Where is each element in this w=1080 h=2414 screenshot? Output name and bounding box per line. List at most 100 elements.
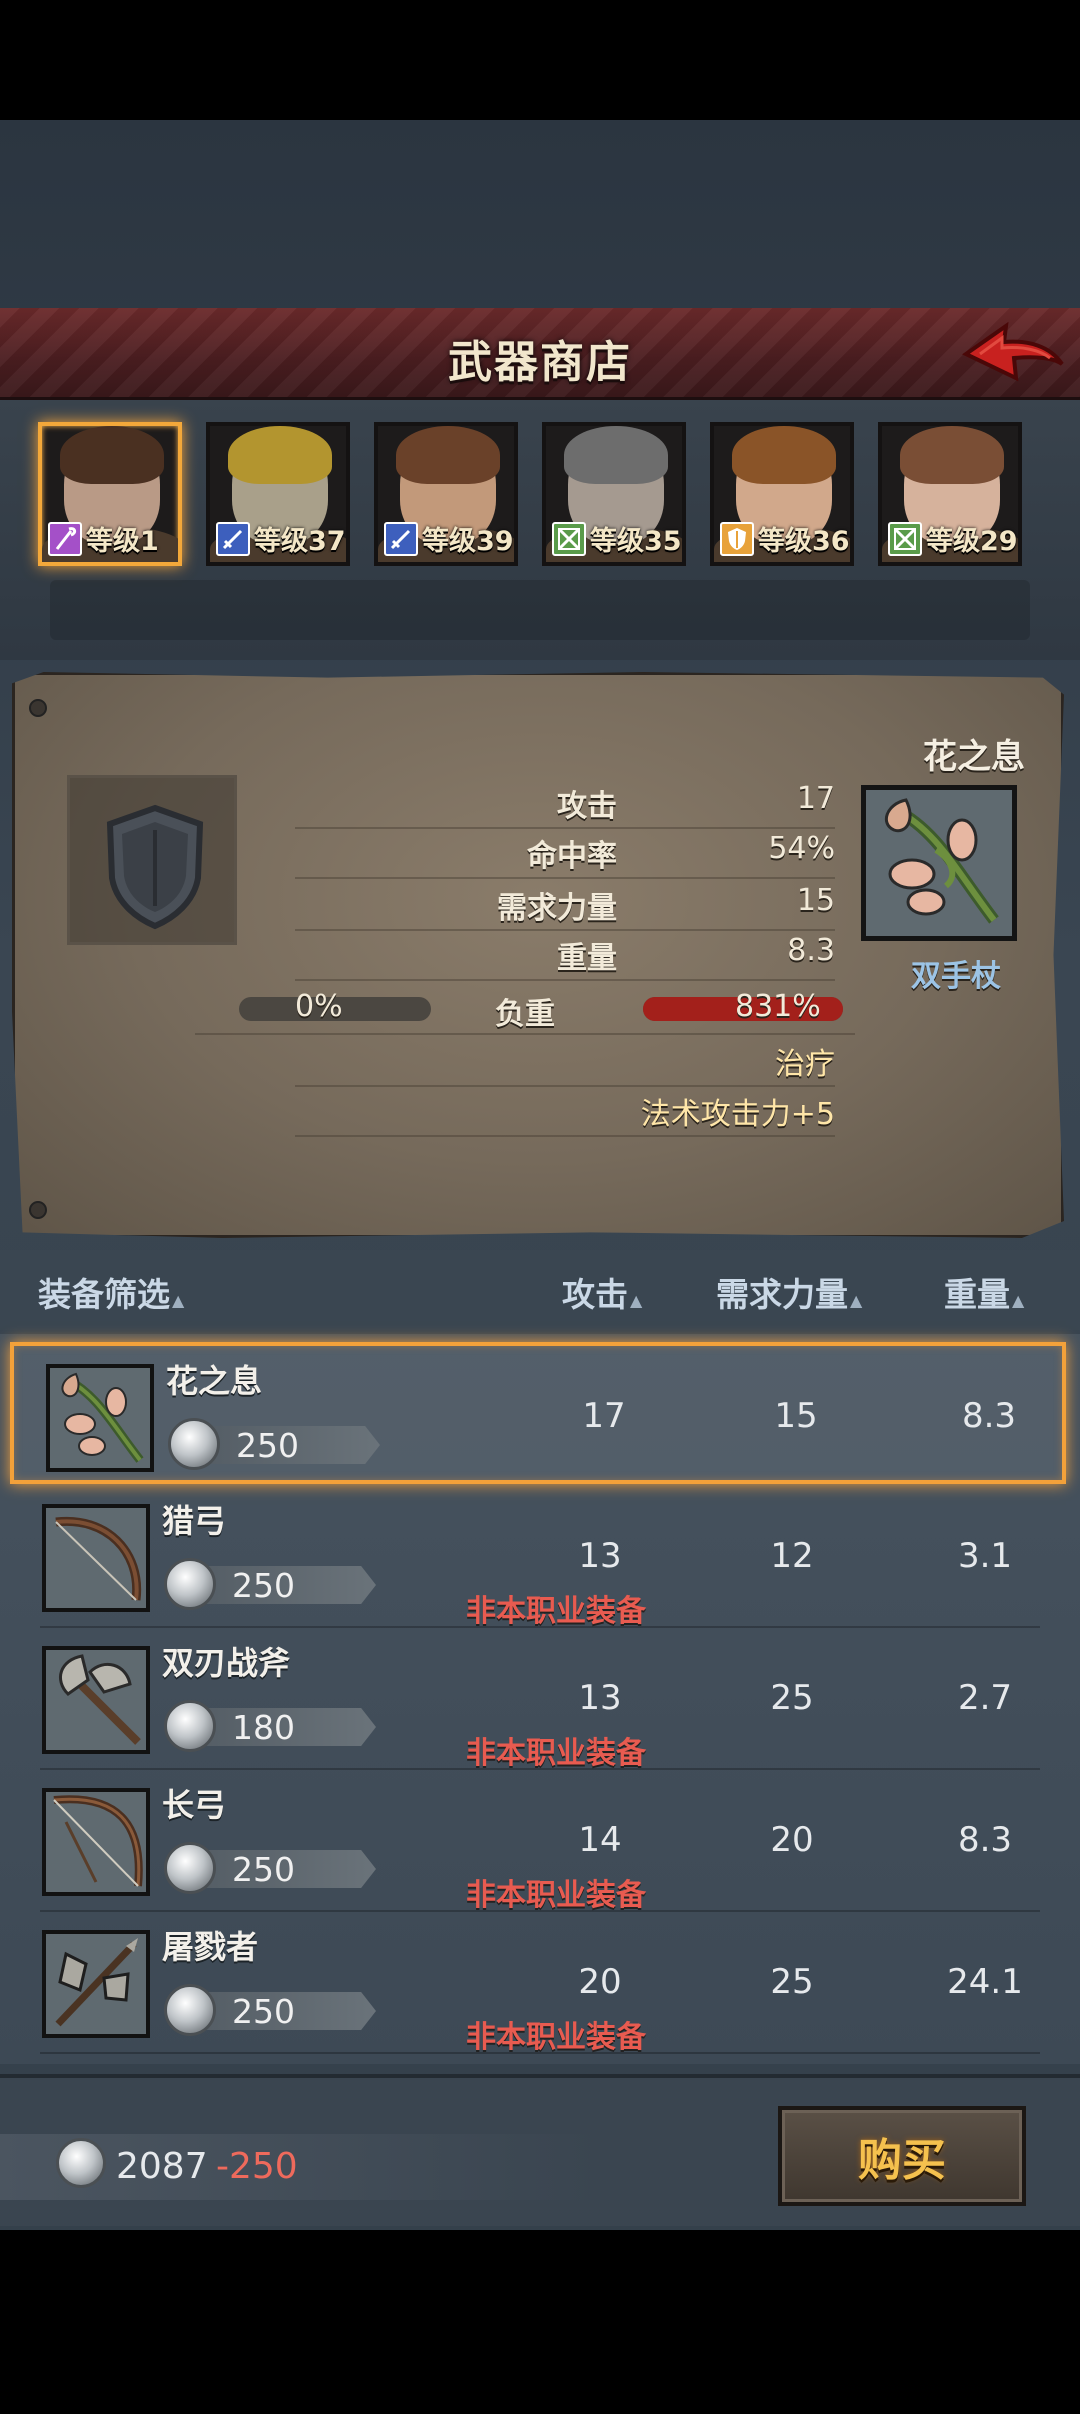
item-weight: 8.3 xyxy=(961,1396,1017,1436)
item-price: 250 xyxy=(236,1426,299,1465)
rivet xyxy=(29,699,47,717)
item-row[interactable]: 花之息 250 17 15 8.3 xyxy=(10,1342,1066,1484)
stat-label: 命中率 xyxy=(527,839,617,874)
extra-effect-heal: 治疗 xyxy=(775,1047,835,1082)
class-mismatch-warning: 非本职业装备 xyxy=(466,1736,646,1771)
item-info-panel: 攻击 17 命中率 54% 需求力量 15 重量 8.3 0% 负重 831% … xyxy=(12,672,1064,1238)
sword-icon xyxy=(216,522,250,556)
item-attack: 13 xyxy=(578,1536,622,1576)
flower-staff-icon xyxy=(50,1368,150,1472)
stat-row-accuracy: 命中率 54% xyxy=(295,831,835,879)
sort-triangle-icon: ▲ xyxy=(850,1291,863,1310)
item-row[interactable]: 屠戮者 250 20 25 24.1 非本职业装备 xyxy=(0,1912,1080,2055)
sort-weight-label: 重量 xyxy=(944,1275,1010,1314)
hero-hair xyxy=(900,426,1004,484)
stat-row-load: 0% 负重 831% xyxy=(195,987,855,1035)
class-mismatch-warning: 非本职业装备 xyxy=(466,1878,646,1913)
silver-coin-icon xyxy=(164,1842,216,1894)
hero-portrait[interactable]: 等级1 xyxy=(38,422,182,566)
item-strength: 25 xyxy=(770,1678,814,1718)
flower-staff-icon xyxy=(866,790,1012,936)
hero-level: 等级35 xyxy=(590,526,682,557)
sort-strength-label: 需求力量 xyxy=(716,1275,848,1314)
back-button[interactable] xyxy=(958,314,1068,394)
hero-portrait[interactable]: 等级35 xyxy=(542,422,686,566)
stat-row-extra-2: 法术攻击力+5 xyxy=(295,1089,835,1137)
bow-icon xyxy=(888,522,922,556)
item-weight: 3.1 xyxy=(957,1536,1013,1576)
silver-coin-icon xyxy=(164,1984,216,2036)
item-name: 双刃战斧 xyxy=(162,1644,291,1682)
stat-row-attack: 攻击 17 xyxy=(295,781,835,829)
stat-value: 15 xyxy=(796,883,835,918)
item-list: 花之息 250 17 15 8.3 猎弓 250 13 12 3.1 非本职业装备 双刃战斧 180 13… xyxy=(0,1334,1080,2064)
filter-label: 装备筛选 xyxy=(38,1275,170,1314)
hero-hair xyxy=(60,426,164,484)
sort-triangle-icon: ▲ xyxy=(1012,1291,1025,1310)
shield-icon xyxy=(720,522,754,556)
item-thumbnail xyxy=(42,1788,150,1896)
stat-label: 重量 xyxy=(557,941,617,976)
item-row[interactable]: 长弓 250 14 20 8.3 非本职业装备 xyxy=(0,1770,1080,1913)
sort-strength-button[interactable]: 需求力量 ▲ xyxy=(716,1268,862,1316)
sort-attack-button[interactable]: 攻击 ▲ xyxy=(562,1268,642,1316)
item-row[interactable]: 猎弓 250 13 12 3.1 非本职业装备 xyxy=(0,1486,1080,1629)
item-attack: 20 xyxy=(578,1962,622,2002)
sort-triangle-icon: ▲ xyxy=(630,1291,643,1310)
item-strength: 12 xyxy=(770,1536,814,1576)
silver-coin-icon xyxy=(56,2138,106,2188)
buy-button[interactable]: 购买 xyxy=(778,2106,1026,2206)
class-mismatch-warning: 非本职业装备 xyxy=(466,1594,646,1629)
silver-coin-icon xyxy=(164,1558,216,1610)
stat-value: 54% xyxy=(768,831,835,866)
silver-coin-icon xyxy=(164,1700,216,1752)
sort-weight-button[interactable]: 重量 ▲ xyxy=(944,1268,1024,1316)
rivet xyxy=(29,1201,47,1219)
item-thumbnail xyxy=(42,1646,150,1754)
hero-portrait[interactable]: 等级29 xyxy=(878,422,1022,566)
footer-bar: 2087 -250 购买 xyxy=(0,2074,1080,2226)
class-mismatch-warning: 非本职业装备 xyxy=(466,2020,646,2055)
selected-weapon-image xyxy=(861,785,1017,941)
item-weight: 2.7 xyxy=(957,1678,1013,1718)
item-thumbnail xyxy=(42,1504,150,1612)
new-load-value: 831% xyxy=(735,989,821,1024)
item-price: 250 xyxy=(232,1850,295,1889)
load-label: 负重 xyxy=(495,997,555,1032)
stat-value: 17 xyxy=(796,781,835,816)
back-arrow-icon xyxy=(962,321,1064,382)
item-price: 250 xyxy=(232,1566,295,1605)
money-delta: -250 xyxy=(216,2146,298,2187)
extra-effect-spell-attack: 法术攻击力+5 xyxy=(640,1097,835,1132)
longbow-icon xyxy=(46,1792,146,1896)
title-bar: 武器商店 xyxy=(0,308,1080,400)
hero-portrait[interactable]: 等级36 xyxy=(710,422,854,566)
hero-hair xyxy=(396,426,500,484)
item-name: 长弓 xyxy=(162,1786,227,1824)
hero-level: 等级39 xyxy=(422,526,514,557)
item-weight: 8.3 xyxy=(957,1820,1013,1860)
silver-coin-icon xyxy=(168,1418,220,1470)
item-attack: 14 xyxy=(578,1820,622,1860)
current-load-value: 0% xyxy=(295,989,343,1024)
stat-row-strength: 需求力量 15 xyxy=(295,883,835,931)
selected-weapon-type: 双手杖 xyxy=(911,959,1001,994)
item-thumbnail xyxy=(46,1364,154,1472)
item-attack: 17 xyxy=(582,1396,626,1436)
item-name: 屠戮者 xyxy=(162,1928,259,1966)
stat-row-weight: 重量 8.3 xyxy=(295,933,835,981)
stat-label: 攻击 xyxy=(557,789,617,824)
hero-portrait[interactable]: 等级37 xyxy=(206,422,350,566)
double-axe-icon xyxy=(46,1650,146,1754)
hero-level: 等级1 xyxy=(86,526,159,557)
item-strength: 25 xyxy=(770,1962,814,2002)
sort-triangle-icon: ▲ xyxy=(172,1291,185,1310)
hero-strip-shadow xyxy=(50,580,1030,640)
shield-icon xyxy=(106,804,204,930)
stat-row-extra-1: 治疗 xyxy=(295,1039,835,1087)
hero-portrait[interactable]: 等级39 xyxy=(374,422,518,566)
filter-button[interactable]: 装备筛选 ▲ xyxy=(38,1268,184,1316)
item-row[interactable]: 双刃战斧 180 13 25 2.7 非本职业装备 xyxy=(0,1628,1080,1771)
money-amount: 2087 xyxy=(116,2146,208,2187)
hero-hair xyxy=(228,426,332,484)
